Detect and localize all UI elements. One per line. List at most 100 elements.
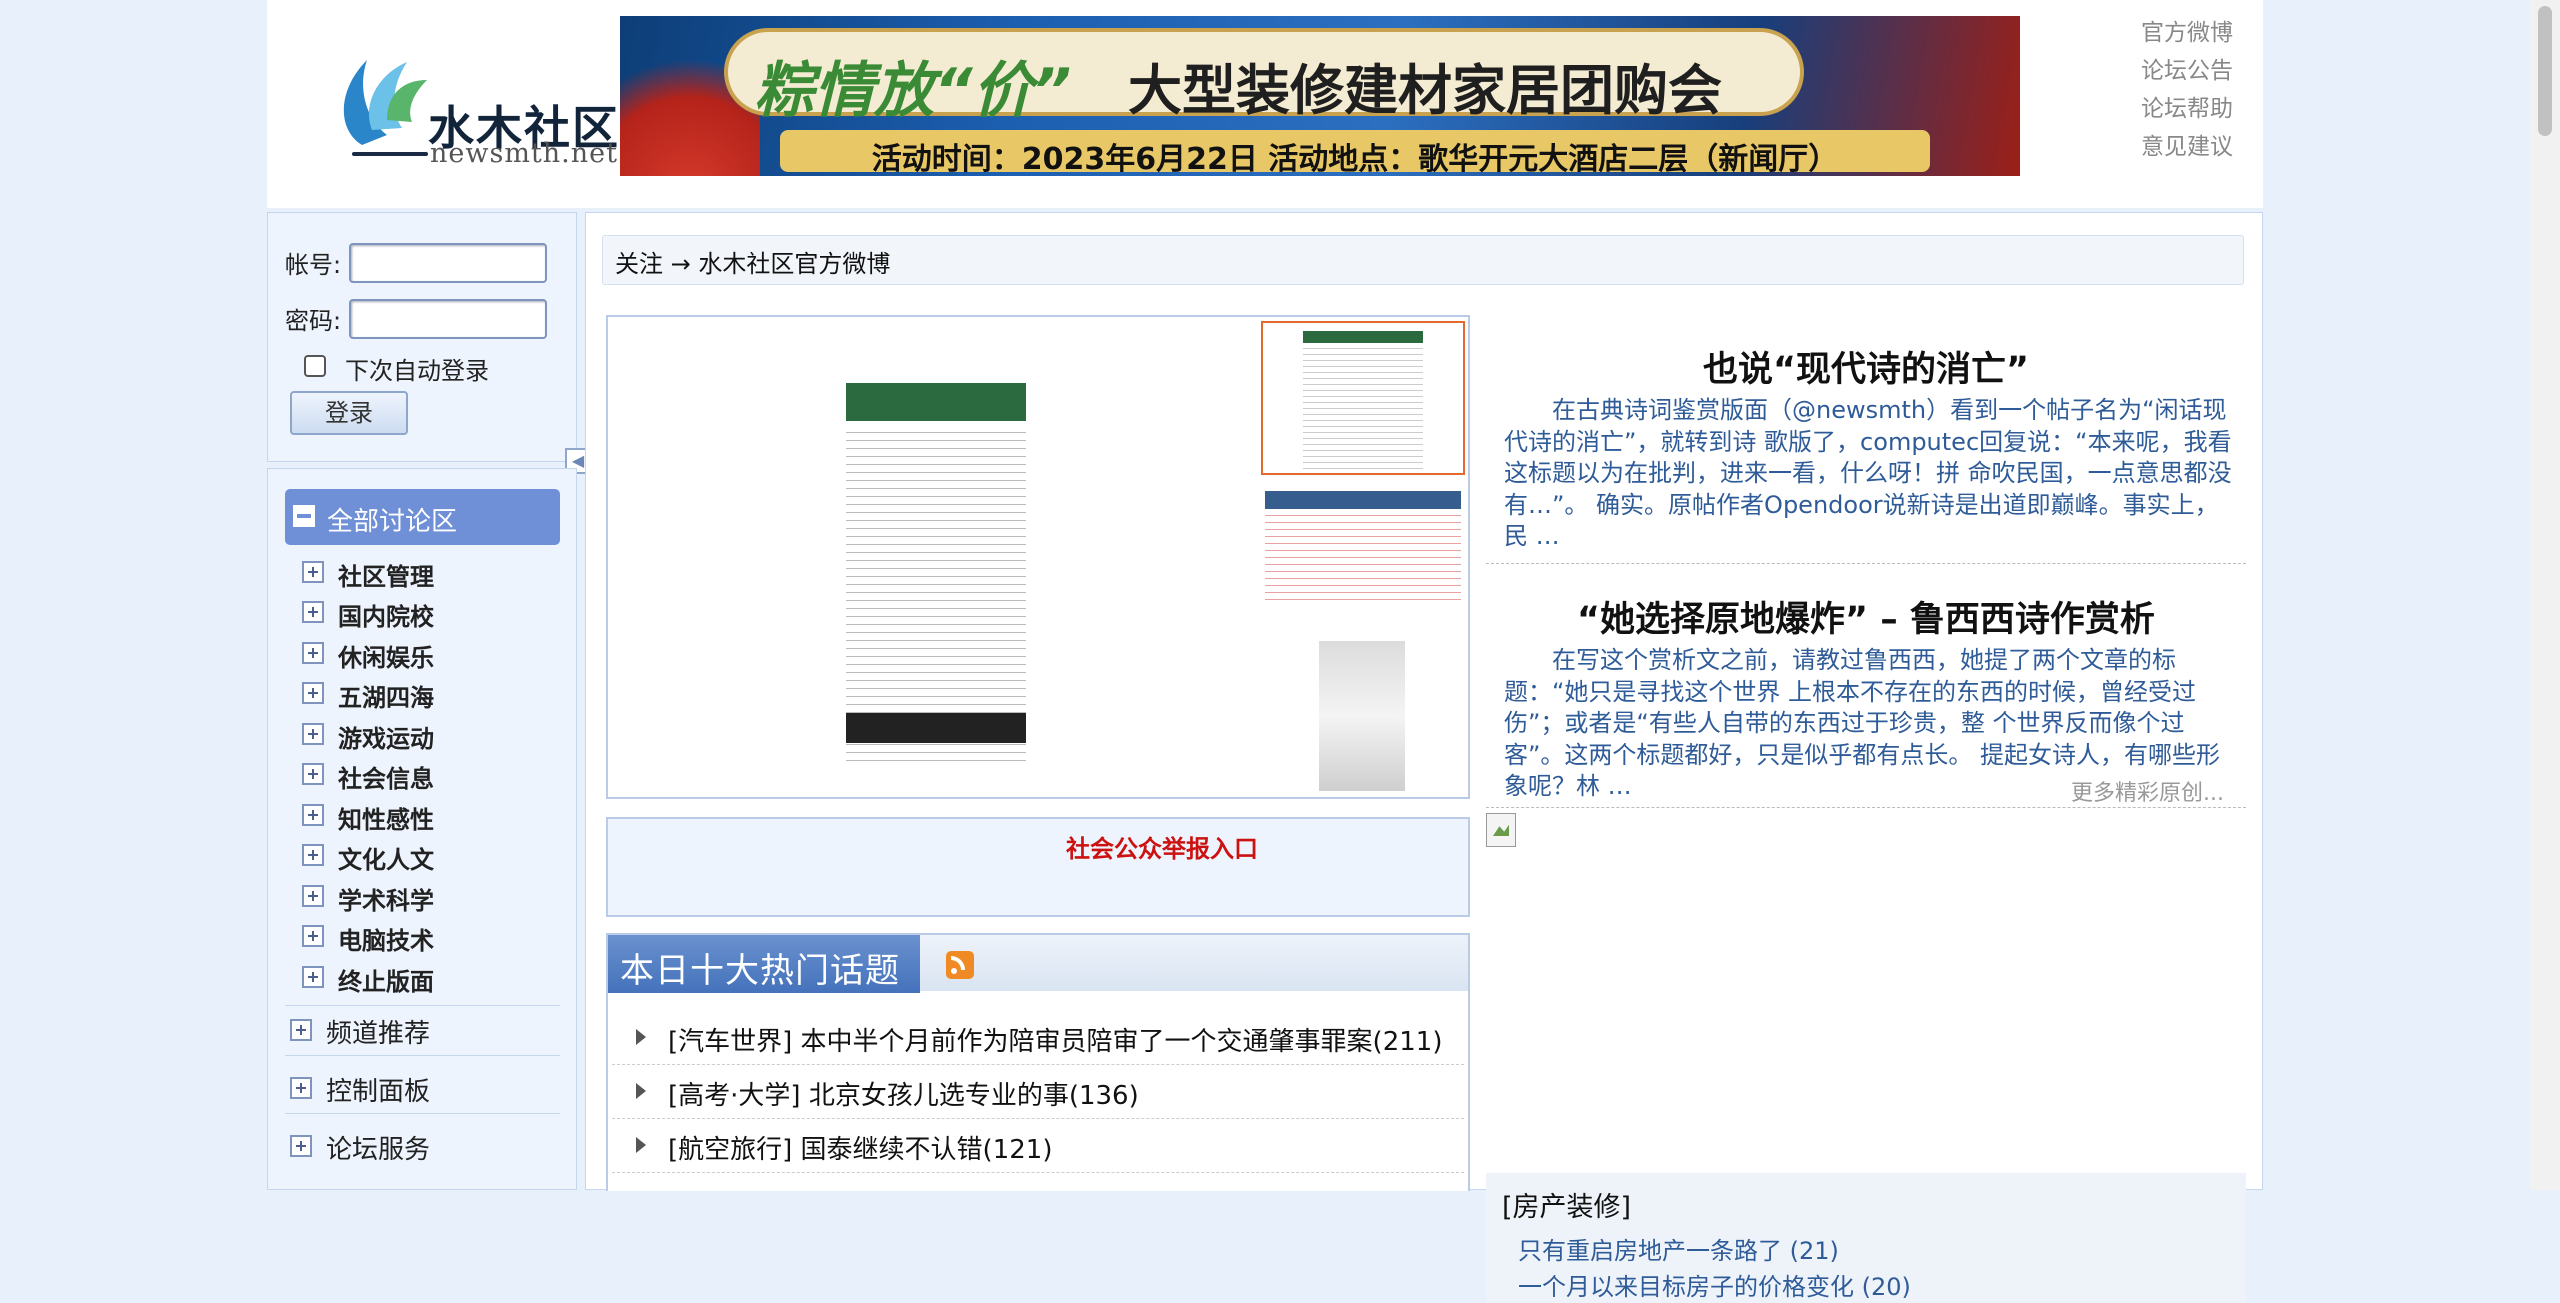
screenshot-header-bar [846, 383, 1026, 421]
account-input[interactable] [349, 243, 547, 283]
sidebar-nav: 全部讨论区 社区管理 国内院校 休闲娱乐 五湖四海 游戏运动 社会信息 知性感性… [267, 468, 577, 1190]
plus-icon [302, 763, 324, 785]
link-official-weibo[interactable]: 官方微博 [2141, 14, 2233, 52]
nav-divider [285, 1055, 560, 1056]
logo-domain: newsmth.net [430, 138, 618, 169]
nav-section-label: 文化人文 [338, 846, 434, 874]
nav-section-label: 电脑技术 [338, 927, 434, 955]
link-help[interactable]: 论坛帮助 [2141, 90, 2233, 128]
plus-icon [302, 804, 324, 826]
hot-topic-row[interactable]: [汽车世界] 本中半个月前作为陪审员陪审了一个交通肇事罪案(211) [612, 1011, 1464, 1065]
slideshow-thumb[interactable] [1261, 321, 1465, 475]
nav-all-sections-label: 全部讨论区 [327, 507, 458, 537]
nav-forum-services[interactable]: 论坛服务 [290, 1125, 560, 1169]
plus-icon [302, 885, 324, 907]
board-post-link[interactable]: 只有重启房地产一条路了 (21) [1518, 1231, 1839, 1266]
site-logo[interactable]: 水木社区 newsmth.net [332, 40, 618, 170]
nav-section-label: 五湖四海 [338, 684, 434, 712]
nav-section-label: 学术科学 [338, 887, 434, 915]
nav-section-label: 社会信息 [338, 765, 434, 793]
nav-control-panel[interactable]: 控制面板 [290, 1067, 560, 1111]
slideshow-thumb[interactable] [1261, 637, 1465, 795]
article-excerpt[interactable]: 在古典诗词鉴赏版面（@newsmth）看到一个帖子名为“闲话现代诗的消亡”，就转… [1504, 395, 2232, 553]
hot-topic-link[interactable]: [航空旅行] 国泰继续不认错(121) [668, 1129, 1052, 1166]
main-content: 关注 → 水木社区官方微博 社会公众举报入口 本日十大热门话题 [汽车世界] 本… [585, 212, 2263, 1303]
nav-section-label: 终止版面 [338, 968, 434, 996]
plus-icon [302, 561, 324, 583]
account-label: 帐号: [285, 251, 342, 279]
nav-section-label: 国内院校 [338, 603, 434, 631]
board-title[interactable]: [房产装修] [1502, 1185, 1631, 1224]
remember-checkbox[interactable] [304, 355, 326, 377]
nav-section-label: 社区管理 [338, 563, 434, 591]
plus-icon [302, 682, 324, 704]
plus-icon [302, 925, 324, 947]
remember-label: 下次自动登录 [345, 357, 489, 385]
slideshow-main-image[interactable] [828, 325, 1068, 787]
header: 水木社区 newsmth.net 粽情放“价” 大型装修建材家居团购会 活动时间… [267, 0, 2263, 208]
article-title[interactable]: 也说“现代诗的消亡” [1486, 341, 2246, 392]
board-post-link[interactable]: 一个月以来目标房子的价格变化 (20) [1518, 1267, 1911, 1302]
scrollbar-thumb[interactable] [2538, 6, 2552, 136]
article-divider [1486, 563, 2246, 565]
link-feedback[interactable]: 意见建议 [2141, 128, 2233, 166]
nav-divider [285, 1005, 560, 1006]
plus-icon [290, 1019, 312, 1041]
link-announcements[interactable]: 论坛公告 [2141, 52, 2233, 90]
nav-all-sections[interactable]: 全部讨论区 [285, 489, 560, 545]
plus-icon [302, 966, 324, 988]
hot-topics-title: 本日十大热门话题 [620, 951, 900, 991]
plus-icon [302, 844, 324, 866]
screenshot-footer [846, 713, 1026, 743]
broken-image-icon [1486, 813, 1516, 847]
plus-icon [302, 723, 324, 745]
ad-banner[interactable]: 粽情放“价” 大型装修建材家居团购会 活动时间：2023年6月22日 活动地点：… [620, 16, 2020, 176]
minus-icon [293, 505, 315, 527]
slideshow-thumb[interactable] [1261, 483, 1465, 633]
public-report-link[interactable]: 社会公众举报入口 [1066, 829, 1258, 864]
top-links: 官方微博 论坛公告 论坛帮助 意见建议 [2141, 14, 2233, 166]
plus-icon [290, 1135, 312, 1157]
thumb-image [1265, 491, 1461, 605]
thumb-image [1303, 331, 1423, 473]
logo-wave-icon [343, 60, 427, 145]
breadcrumb-text[interactable]: 关注 → 水木社区官方微博 [615, 244, 890, 279]
page-scrollbar[interactable] [2530, 0, 2560, 1190]
more-originals-link[interactable]: 更多精彩原创... [2071, 775, 2224, 807]
triangle-right-icon [636, 1029, 646, 1045]
login-button[interactable]: 登录 [290, 391, 408, 435]
board-recommend: [房产装修] 只有重启房地产一条路了 (21) 一个月以来目标房子的价格变化 (… [1486, 1173, 2246, 1303]
login-panel: 帐号: 密码: 下次自动登录 登录 [267, 212, 577, 462]
rss-icon[interactable] [946, 951, 974, 979]
banner-details: 活动时间：2023年6月22日 活动地点：歌华开元大酒店二层（新闻厅） [871, 142, 1839, 176]
article-title[interactable]: “她选择原地爆炸” – 鲁西西诗作赏析 [1486, 591, 2246, 642]
hot-topic-row[interactable]: [高考·大学] 北京女孩儿选专业的事(136) [612, 1065, 1464, 1119]
nav-divider [285, 1113, 560, 1114]
triangle-right-icon [636, 1137, 646, 1153]
logo-underline [352, 152, 428, 156]
plus-icon [302, 642, 324, 664]
nav-section-label: 游戏运动 [338, 725, 434, 753]
banner-details-box: 活动时间：2023年6月22日 活动地点：歌华开元大酒店二层（新闻厅） [780, 130, 1930, 176]
hot-topic-link[interactable]: [高考·大学] 北京女孩儿选专业的事(136) [668, 1075, 1139, 1112]
plus-icon [290, 1077, 312, 1099]
hot-topics-tab[interactable]: 本日十大热门话题 [608, 935, 920, 993]
nav-section-label: 休闲娱乐 [338, 644, 434, 672]
article-divider [1486, 807, 2246, 809]
nav-extra-label: 控制面板 [326, 1077, 431, 1107]
password-label: 密码: [285, 307, 342, 335]
nav-channel-recommend[interactable]: 频道推荐 [290, 1009, 560, 1053]
banner-slogan: 粽情放“价” [754, 56, 1072, 126]
banner-title-box: 粽情放“价” 大型装修建材家居团购会 [724, 28, 1804, 126]
nav-extra-label: 论坛服务 [326, 1135, 431, 1165]
banner-title: 大型装修建材家居团购会 [1128, 59, 1722, 122]
plus-icon [302, 601, 324, 623]
hot-topic-link[interactable]: [汽车世界] 本中半个月前作为陪审员陪审了一个交通肇事罪案(211) [668, 1021, 1442, 1058]
nav-extra-label: 频道推荐 [326, 1019, 431, 1049]
image-slideshow[interactable] [606, 315, 1470, 799]
nav-section-label: 知性感性 [338, 806, 434, 834]
password-input[interactable] [349, 299, 547, 339]
report-box: 社会公众举报入口 [606, 817, 1470, 917]
hot-topic-row[interactable]: [航空旅行] 国泰继续不认错(121) [612, 1119, 1464, 1173]
triangle-right-icon [636, 1083, 646, 1099]
